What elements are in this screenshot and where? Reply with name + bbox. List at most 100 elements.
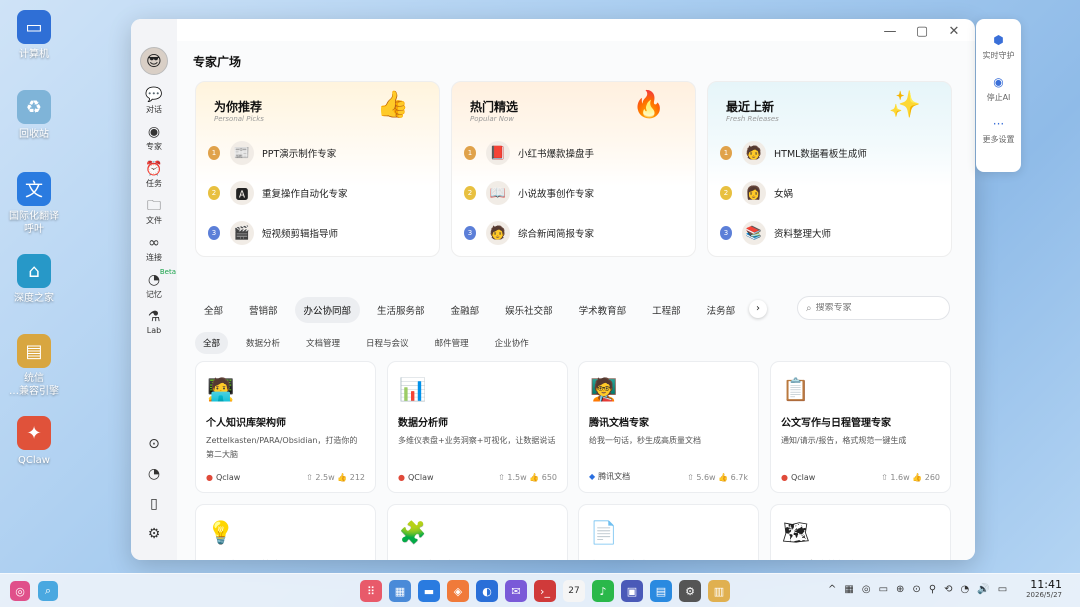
launcher-icon[interactable]: ◎ [10,581,30,601]
store-icon[interactable]: ◈ [447,580,469,602]
tray-icon[interactable]: ⟲ [944,584,952,595]
tray-icon[interactable]: 🔊 [977,584,989,595]
tab-7[interactable]: 工程部 [643,297,690,323]
sidebar-item-label: 任务 [146,179,162,188]
tabs-next-button[interactable]: › [749,300,767,318]
mail-icon[interactable]: ✉ [505,580,527,602]
tab-6[interactable]: 学术教育部 [570,297,636,323]
tab-0[interactable]: 全部 [195,297,232,323]
tray-icon[interactable]: ⊕ [896,584,904,595]
subtab-5[interactable]: 企业协作 [487,332,537,354]
subtab-2[interactable]: 文档管理 [298,332,348,354]
minimize-icon[interactable]: — [883,24,897,39]
ranked-expert[interactable]: 2 👩 女娲 [720,179,793,207]
ranked-expert[interactable]: 1 📕 小红书爆款操盘手 [464,139,594,167]
desktop-icon[interactable]: ▤ 统信 …兼容引擎 [0,334,68,398]
apps-grid-icon[interactable]: ⠿ [360,580,382,602]
expert-avatar: 🎬 [230,221,254,245]
sidebar-item-4[interactable]: ∞ 连接 [131,235,177,263]
avatar[interactable]: 😎 [140,47,168,75]
ranked-expert[interactable]: 1 🧑 HTML数据看板生成师 [720,139,867,167]
search-icon[interactable]: ⌕ [38,581,58,601]
desktop-icon[interactable]: ✦ QClaw [0,416,68,467]
expert-card[interactable]: 🗺 WPS表格美化整理师 [770,504,951,560]
tray-icon[interactable]: ⚲ [929,584,936,595]
sidebar-item-5[interactable]: ◔ 记忆 Beta [131,268,177,300]
desktop-icon[interactable]: 文国际化翻译 呼叶 [0,172,68,236]
trash-icon: ♻ [17,90,51,124]
tab-5[interactable]: 娱乐社交部 [496,297,562,323]
wechat-icon[interactable]: ◔ [131,466,177,482]
panel-decoration-icon: ✨ [888,90,921,120]
author-name: Qclaw [790,473,816,482]
tray-icon[interactable]: ▭ [998,584,1007,595]
desktop-icon[interactable]: ⌂ 深度之家 [0,254,68,305]
expert-card[interactable]: 📋 公文写作与日程管理专家 通知/请示/报告，格式规范一键生成 ● Qclaw ⇧ 1.6… [770,361,951,493]
subcategory-tabs: 全部 数据分析 文档管理 日程与会议 邮件管理 企业协作 [195,332,547,354]
tab-8[interactable]: 法务部 [698,297,745,323]
terminal-icon[interactable]: ›_ [534,580,556,602]
tray-icon[interactable]: ◔ [961,584,970,595]
ranked-expert[interactable]: 3 🧑 综合新闻简报专家 [464,219,594,247]
featured-panel: 最近上新 Fresh Releases ✨ 1 🧑 HTML数据看板生成师 2 👩 女娲 3 📚 资料… [707,81,952,257]
tray-icon[interactable]: ▦ [844,584,853,595]
archive-icon[interactable]: ▥ [708,580,730,602]
expert-card-name: WPS知识库管家 [206,557,282,560]
expert-card[interactable]: 🧑‍🏫 腾讯文档专家 给我一句话，秒生成高质量文档 ◆ 腾讯文档 ⇧ 5.6w 👍 6.7… [578,361,759,493]
sidebar-item-1[interactable]: ◉ 专家 [131,124,177,152]
search-input[interactable] [815,303,926,313]
clock-time: 11:41 [1030,578,1062,591]
expert-card[interactable]: 🧑‍💻 个人知识库架构师 Zettelkasten/PARA/Obsidian，打造… [195,361,376,493]
expert-card[interactable]: 📄 文件对比专家 [578,504,759,560]
float-item-1[interactable]: ◉ 停止AI [976,75,1021,103]
maximize-icon[interactable]: ▢ [915,24,929,39]
ranked-expert[interactable]: 3 🎬 短视频剪辑指导师 [208,219,338,247]
sidebar-item-label: Lab [146,326,162,335]
subtab-1[interactable]: 数据分析 [238,332,288,354]
ranked-expert[interactable]: 3 📚 资料整理大师 [720,219,831,247]
music-icon[interactable]: ♪ [592,580,614,602]
clock[interactable]: 11:41 2026/5/27 [1026,578,1062,599]
ranked-expert[interactable]: 1 📰 PPT演示制作专家 [208,139,336,167]
subtab-4[interactable]: 邮件管理 [427,332,477,354]
close-icon[interactable]: ✕ [947,24,961,39]
subtab-0[interactable]: 全部 [195,332,229,354]
float-item-2[interactable]: ··· 更多设置 [976,117,1021,145]
medal-icon: 2 [208,186,220,200]
tab-1[interactable]: 营销部 [240,297,287,323]
tray-icon[interactable]: ◎ [862,584,871,595]
search-box[interactable]: ⌕ [797,296,950,320]
calendar-icon[interactable]: 27 [563,580,585,602]
file-manager-icon[interactable]: ▬ [418,580,440,602]
search-icon: ⌕ [806,302,812,314]
tab-3[interactable]: 生活服务部 [368,297,434,323]
settings-icon[interactable]: ⚙ [679,580,701,602]
expert-card[interactable]: 💡 WPS知识库管家 [195,504,376,560]
author-logo-icon: ● [398,473,405,482]
notes-icon[interactable]: ▤ [650,580,672,602]
sidebar-item-0[interactable]: 💬 对话 [131,87,177,115]
compass-icon[interactable]: ⊙ [131,436,177,452]
expert-card-icon: 📋 [782,377,810,403]
float-item-0[interactable]: ⬢ 实时守护 [976,33,1021,61]
tab-2[interactable]: 办公协同部 [294,297,361,323]
phone-icon[interactable]: ▯ [131,496,177,512]
desktop-icon[interactable]: ▭ 计算机 [0,10,68,61]
ranked-expert[interactable]: 2 📖 小说故事创作专家 [464,179,594,207]
tab-4[interactable]: 金融部 [442,297,489,323]
browser-icon[interactable]: ◐ [476,580,498,602]
expert-card[interactable]: 🧩 WPS碎片整理归档师 [387,504,568,560]
ranked-expert[interactable]: 2 🅰 重复操作自动化专家 [208,179,348,207]
sidebar-item-3[interactable]: 🗀 文件 [131,198,177,226]
writer-icon[interactable]: ▣ [621,580,643,602]
subtab-3[interactable]: 日程与会议 [358,332,417,354]
tray-icon[interactable]: ⊙ [912,584,920,595]
multitask-icon[interactable]: ▦ [389,580,411,602]
expert-card[interactable]: 📊 数据分析师 多维仪表盘+业务洞察+可视化，让数据说话 ● QClaw ⇧ 1.5w 👍… [387,361,568,493]
tray-icon[interactable]: ▭ [879,584,888,595]
settings-icon[interactable]: ⚙ [131,526,177,542]
sidebar-item-6[interactable]: ⚗ Lab [131,309,177,335]
desktop-icon[interactable]: ♻ 回收站 [0,90,68,141]
tray-icon[interactable]: ^ [828,584,836,595]
sidebar-item-2[interactable]: ⏰ 任务 [131,161,177,189]
